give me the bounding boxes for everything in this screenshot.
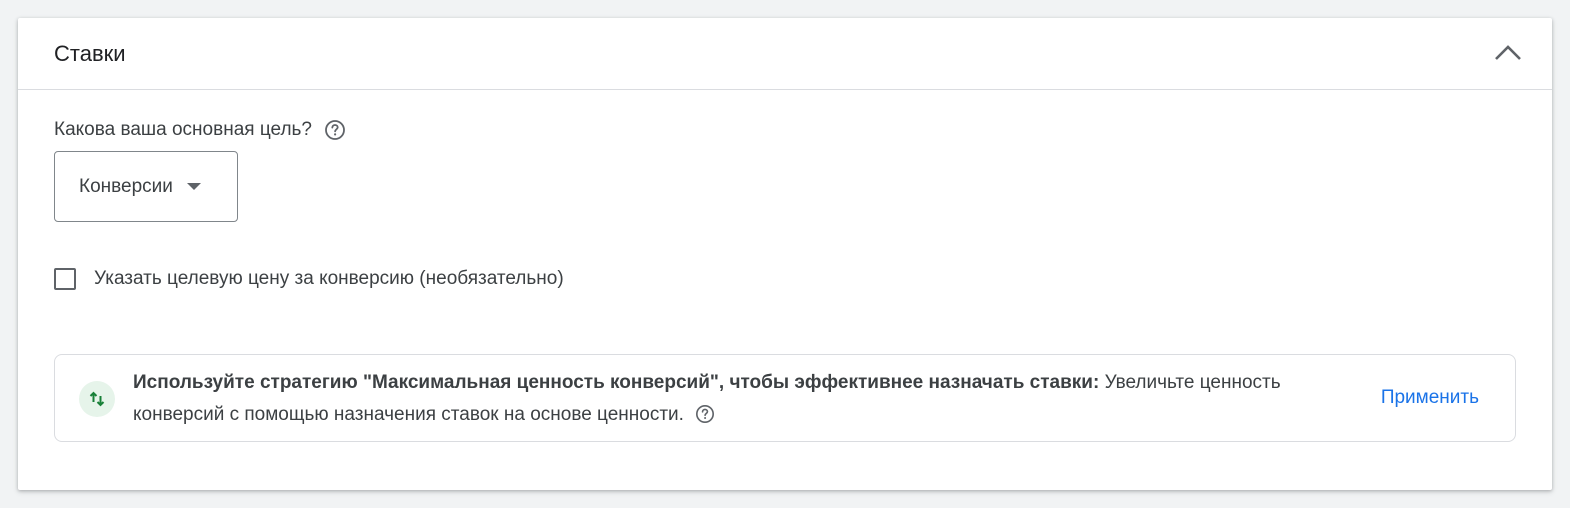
target-cpa-option[interactable]: Указать целевую цену за конверсию (необя…	[54, 268, 564, 290]
goal-select[interactable]: Конверсии	[54, 151, 238, 222]
goal-question: Какова ваша основная цель?	[54, 118, 346, 142]
apply-button[interactable]: Применить	[1381, 383, 1479, 413]
help-circle-icon[interactable]	[324, 119, 346, 141]
target-cpa-checkbox[interactable]	[54, 268, 76, 290]
goal-question-text: Какова ваша основная цель?	[54, 119, 312, 140]
recommendation-text: Используйте стратегию "Максимальная ценн…	[133, 367, 1313, 431]
recommendation-banner: Используйте стратегию "Максимальная ценн…	[54, 354, 1516, 442]
target-cpa-label: Указать целевую цену за конверсию (необя…	[94, 268, 564, 289]
goal-select-value: Конверсии	[79, 175, 173, 197]
chevron-up-icon	[1494, 43, 1522, 66]
collapse-button[interactable]	[1488, 34, 1528, 74]
caret-down-icon	[186, 183, 201, 190]
card-header[interactable]: Ставки	[18, 18, 1552, 90]
arrows-up-down-icon	[79, 381, 115, 417]
recommendation-title: Используйте стратегию "Максимальная ценн…	[133, 372, 1100, 393]
bidding-card: Ставки Какова ваша основная цель? Конвер…	[18, 18, 1552, 490]
help-circle-icon[interactable]	[695, 403, 715, 423]
section-title: Ставки	[54, 41, 126, 66]
